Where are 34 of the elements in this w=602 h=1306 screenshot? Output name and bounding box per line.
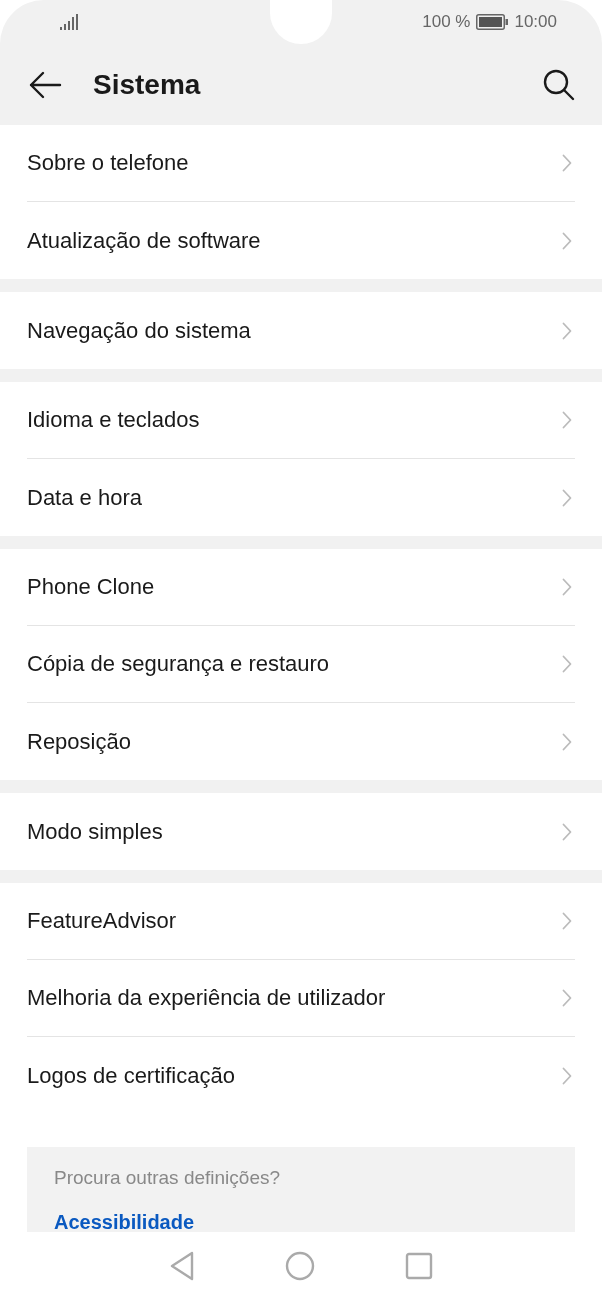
chevron-right-icon: [562, 912, 572, 930]
chevron-right-icon: [562, 321, 572, 340]
settings-item[interactable]: Logos de certificação: [27, 1037, 575, 1114]
chevron-right-icon: [562, 411, 572, 429]
suggestion-hint: Procura outras definições?: [54, 1167, 280, 1189]
settings-item[interactable]: Sobre o telefone: [27, 125, 575, 202]
clock-time: 10:00: [514, 12, 557, 32]
settings-item[interactable]: Idioma e teclados: [27, 382, 575, 459]
settings-item[interactable]: Data e hora: [27, 459, 575, 536]
chevron-right-icon: [562, 231, 572, 250]
chevron-right-icon: [562, 822, 572, 841]
battery-percentage: 100 %: [422, 12, 471, 32]
chevron-right-icon: [562, 732, 572, 751]
settings-item[interactable]: Melhoria da experiência de utilizador: [27, 960, 575, 1037]
settings-item[interactable]: Cópia de segurança e restauro: [27, 626, 575, 703]
recents-nav-button[interactable]: [405, 1252, 433, 1280]
settings-item[interactable]: Reposição: [27, 703, 575, 780]
chevron-right-icon: [562, 1066, 572, 1085]
signal-icon: [59, 14, 79, 30]
chevron-right-icon: [562, 655, 572, 673]
chevron-right-icon: [562, 578, 572, 596]
chevron-right-icon: [562, 989, 572, 1007]
back-button[interactable]: [28, 69, 62, 100]
accessibility-link[interactable]: Acessibilidade: [54, 1211, 195, 1232]
chevron-right-icon: [562, 154, 572, 172]
chevron-right-icon: [562, 488, 572, 507]
settings-item[interactable]: Atualização de software: [27, 202, 575, 279]
page-title: Sistema: [93, 68, 201, 101]
home-nav-button[interactable]: [285, 1251, 315, 1281]
search-button[interactable]: [542, 67, 576, 102]
settings-item[interactable]: Phone Clone: [27, 549, 575, 626]
battery-icon: [476, 14, 509, 30]
back-nav-button[interactable]: [169, 1251, 195, 1281]
settings-item[interactable]: FeatureAdvisor: [27, 883, 575, 960]
